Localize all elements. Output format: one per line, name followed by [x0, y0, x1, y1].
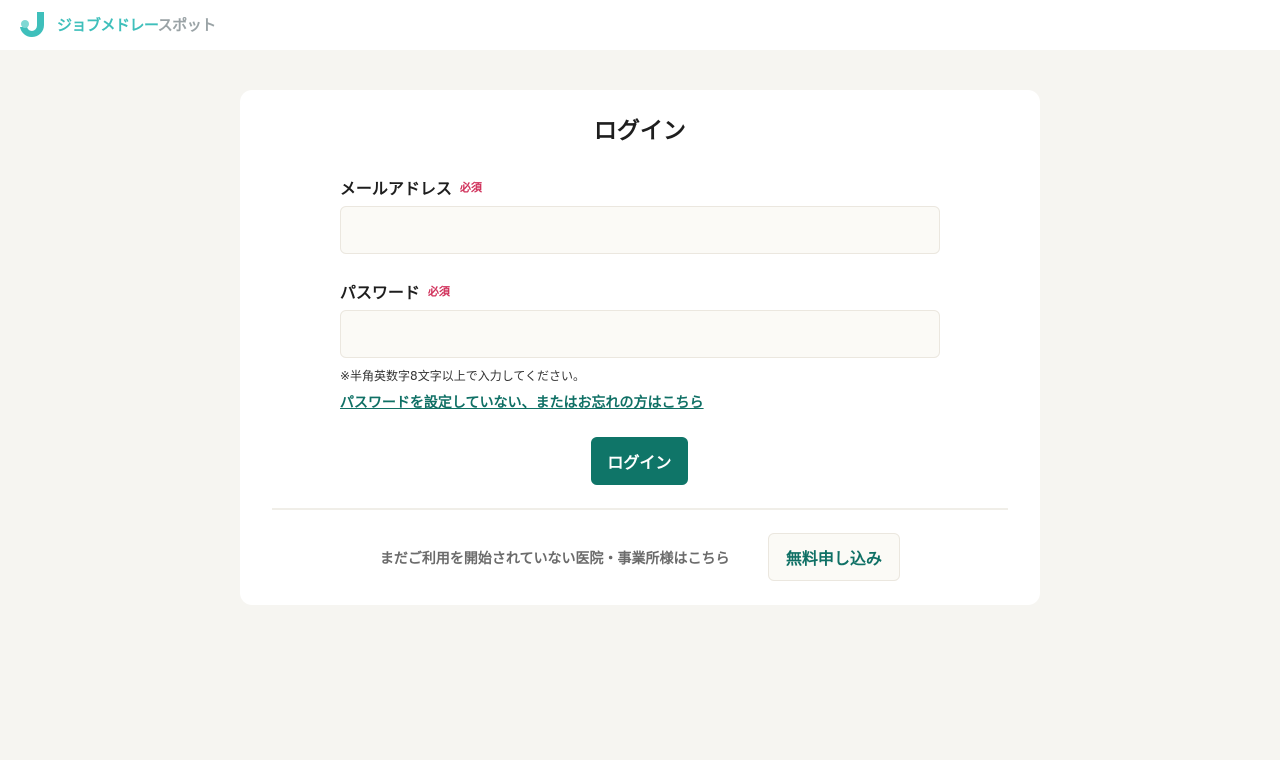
- email-required-badge: 必須: [460, 181, 483, 194]
- login-button[interactable]: ログイン: [591, 437, 688, 485]
- free-signup-button[interactable]: 無料申し込み: [768, 533, 900, 581]
- password-label-text: パスワード: [340, 283, 421, 302]
- login-card: ログイン メールアドレス 必須 パスワード 必須 ※半角英数字8文字以上で入力し…: [240, 90, 1040, 605]
- forgot-password-link[interactable]: パスワードを設定していない、またはお忘れの方はこちら: [340, 392, 704, 412]
- page-title: ログイン: [594, 118, 686, 144]
- header: ジョブメドレースポット: [0, 0, 1280, 50]
- logo-text: ジョブメドレースポット: [57, 11, 216, 39]
- divider: [272, 508, 1008, 510]
- password-required-badge: 必須: [428, 285, 451, 298]
- logo-text-primary: ジョブメドレー: [57, 16, 158, 34]
- password-label: パスワード 必須: [340, 279, 450, 303]
- email-field[interactable]: [340, 206, 940, 254]
- j-logo-icon: [20, 12, 44, 38]
- password-hint: ※半角英数字8文字以上で入力してください。: [340, 369, 585, 383]
- logo-link[interactable]: ジョブメドレースポット: [19, 11, 216, 39]
- logo-text-secondary: スポット: [157, 16, 217, 34]
- email-label: メールアドレス 必須: [340, 175, 482, 199]
- password-field[interactable]: [340, 310, 940, 358]
- signup-prompt: まだご利用を開始されていない医院・事業所様はこちら: [380, 551, 730, 567]
- email-label-text: メールアドレス: [340, 179, 453, 198]
